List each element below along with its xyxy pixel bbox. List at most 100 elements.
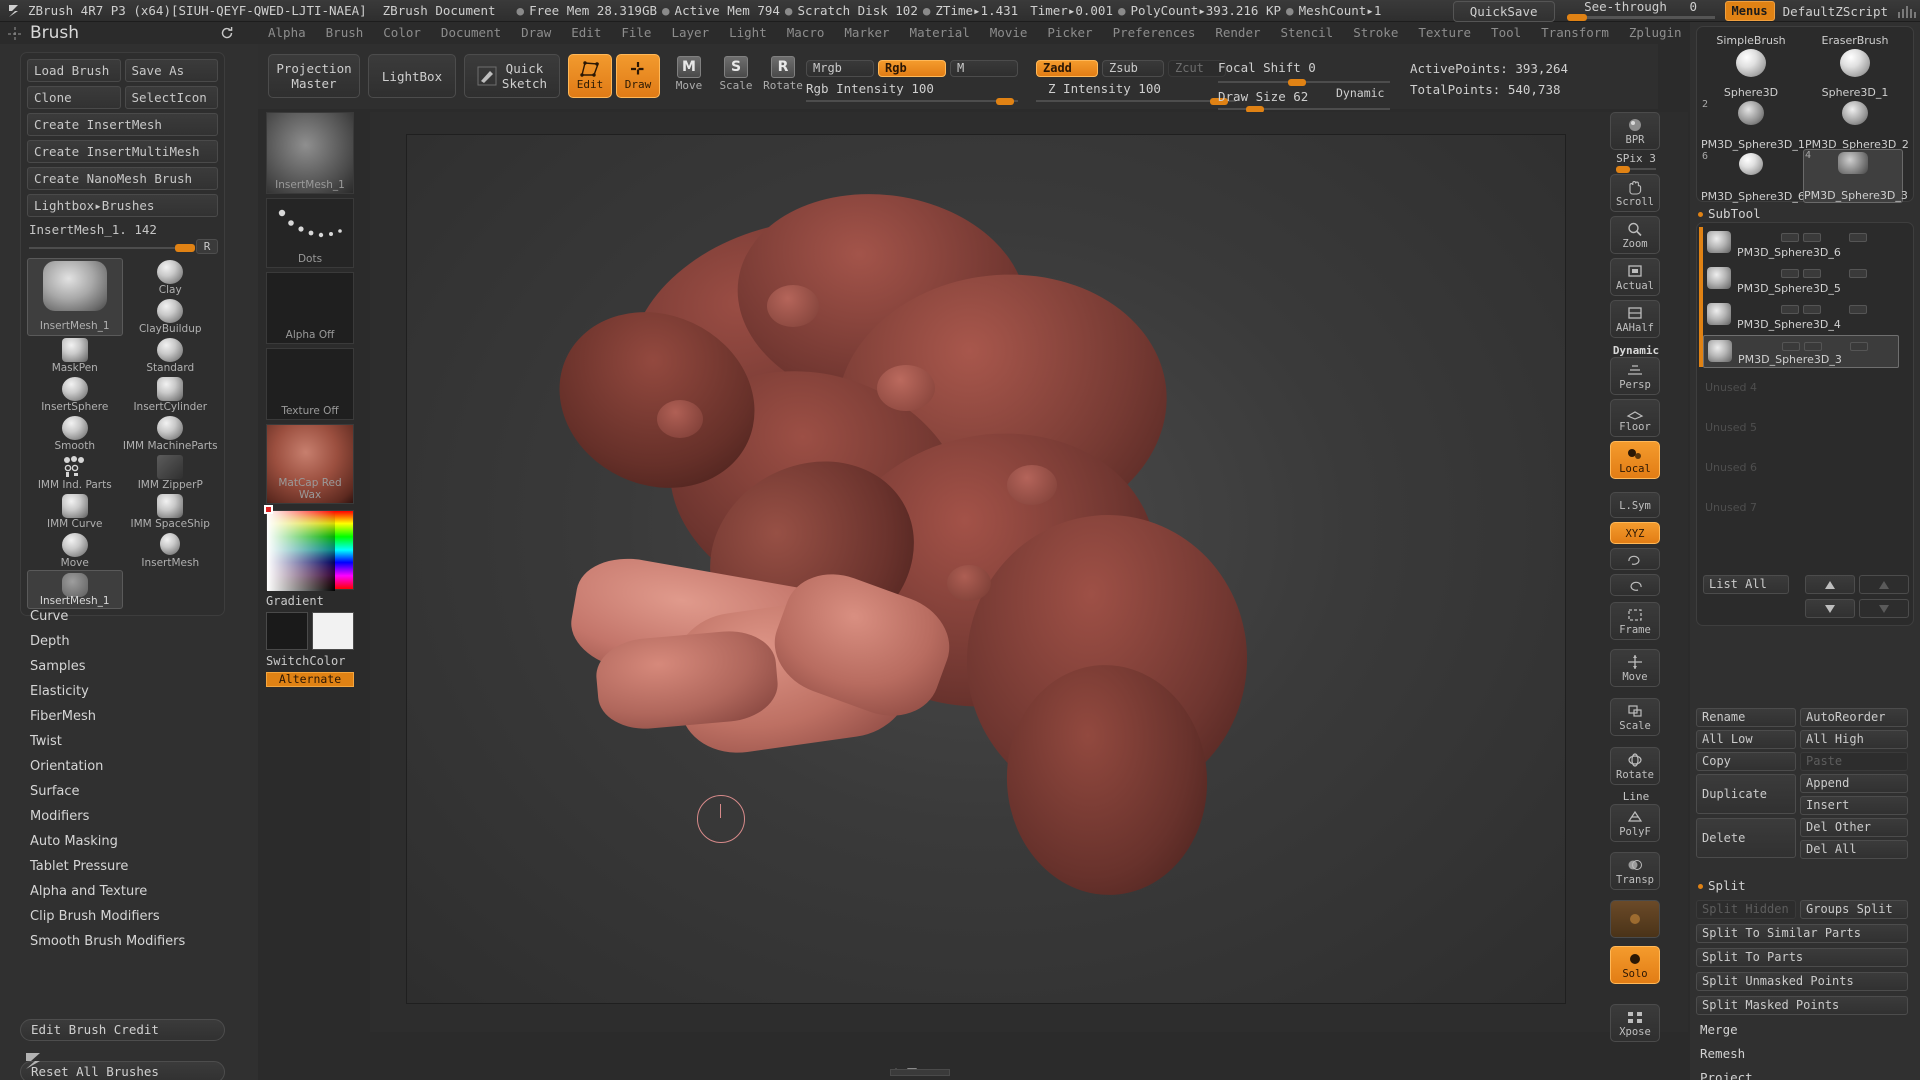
- menu-item-alpha[interactable]: Alpha: [258, 23, 316, 42]
- transparency-button[interactable]: Transp: [1610, 852, 1660, 890]
- menu-item-layer[interactable]: Layer: [661, 23, 719, 42]
- primary-color-swatch[interactable]: [266, 612, 308, 650]
- all-low-button[interactable]: All Low: [1696, 730, 1796, 749]
- append-button[interactable]: Append: [1800, 774, 1908, 793]
- menu-item-edit[interactable]: Edit: [561, 23, 611, 42]
- stroke-preview[interactable]: Dots: [266, 198, 354, 268]
- rgb-intensity-label[interactable]: Rgb Intensity 100: [806, 81, 934, 96]
- brush-item-insertmesh[interactable]: InsertMesh: [123, 531, 219, 570]
- menu-item-texture[interactable]: Texture: [1408, 23, 1481, 42]
- split-section-title[interactable]: Split: [1698, 878, 1746, 893]
- 3d-viewport[interactable]: [406, 134, 1566, 1004]
- canvas-scroll-controls[interactable]: [890, 1068, 950, 1076]
- brush-item-move[interactable]: Move: [27, 531, 123, 570]
- del-all-button[interactable]: Del All: [1800, 840, 1908, 859]
- submenu-alpha-and-texture[interactable]: Alpha and Texture: [20, 879, 235, 904]
- menu-item-stencil[interactable]: Stencil: [1271, 23, 1344, 42]
- insertmesh-slider[interactable]: R: [27, 238, 218, 254]
- reload-icon[interactable]: [220, 26, 234, 40]
- subtool-visibility-toggle[interactable]: [1781, 233, 1799, 242]
- menu-item-preferences[interactable]: Preferences: [1103, 23, 1206, 42]
- focal-shift-label[interactable]: Focal Shift 0: [1218, 60, 1316, 75]
- lsym-button[interactable]: L.Sym: [1610, 492, 1660, 518]
- menu-item-color[interactable]: Color: [373, 23, 431, 42]
- tool-eraserbrush[interactable]: EraserBrush: [1805, 29, 1905, 47]
- brush-item-imm-spaceship[interactable]: IMM SpaceShip: [123, 492, 219, 531]
- merge-section-title[interactable]: Merge: [1700, 1022, 1738, 1037]
- submenu-clip-brush-modifiers[interactable]: Clip Brush Modifiers: [20, 904, 235, 929]
- move-gizmo-button[interactable]: Move: [1610, 649, 1660, 687]
- project-section-title[interactable]: Project: [1700, 1070, 1753, 1080]
- brush-submenu-list[interactable]: Curve Depth Samples Elasticity FiberMesh…: [20, 604, 235, 954]
- rotate-handle-button-2[interactable]: [1610, 574, 1660, 596]
- brush-item-imm-curve[interactable]: IMM Curve: [27, 492, 123, 531]
- lightbox-button[interactable]: LightBox: [368, 54, 456, 98]
- move-handle-icon[interactable]: [8, 27, 22, 41]
- clone-button[interactable]: Clone: [27, 86, 121, 109]
- subtool-visibility-toggle[interactable]: [1781, 305, 1799, 314]
- submenu-modifiers[interactable]: Modifiers: [20, 804, 235, 829]
- focal-shift-knob[interactable]: [1288, 79, 1306, 86]
- bpr-render-button[interactable]: BPR: [1610, 112, 1660, 150]
- brush-item-insertmesh1-large[interactable]: InsertMesh_1: [27, 258, 123, 336]
- move-mode-button[interactable]: M Move: [666, 56, 712, 92]
- zadd-toggle[interactable]: Zadd: [1036, 60, 1098, 77]
- rgb-intensity-knob[interactable]: [996, 98, 1014, 105]
- secondary-color-swatch[interactable]: [312, 612, 354, 650]
- subtool-row-sphere3d-6[interactable]: PM3D_Sphere3D_6: [1703, 227, 1899, 260]
- create-nanomesh-brush-button[interactable]: Create NanoMesh Brush: [27, 167, 218, 190]
- duplicate-button[interactable]: Duplicate: [1696, 774, 1796, 814]
- dynamic-label[interactable]: Dynamic: [1336, 86, 1384, 100]
- gradient-label[interactable]: Gradient: [266, 594, 324, 608]
- create-insertmesh-button[interactable]: Create InsertMesh: [27, 113, 218, 136]
- subtool-polypaint-toggle[interactable]: [1803, 233, 1821, 242]
- menu-bar[interactable]: Alpha Brush Color Document Draw Edit Fil…: [258, 22, 1754, 42]
- subtool-polypaint-toggle[interactable]: [1803, 269, 1821, 278]
- subtool-move-top-button[interactable]: [1859, 575, 1909, 594]
- subtool-eye-toggle[interactable]: [1850, 342, 1868, 351]
- menu-item-tool[interactable]: Tool: [1481, 23, 1531, 42]
- menu-item-document[interactable]: Document: [431, 23, 511, 42]
- reset-all-brushes-button[interactable]: Reset All Brushes: [20, 1061, 225, 1080]
- polyframe-button[interactable]: PolyF: [1610, 804, 1660, 842]
- quicksave-button[interactable]: QuickSave: [1452, 0, 1555, 22]
- insert-button[interactable]: Insert: [1800, 796, 1908, 815]
- switch-color-label[interactable]: SwitchColor: [266, 654, 345, 668]
- m-toggle[interactable]: M: [950, 60, 1018, 77]
- slider-knob[interactable]: [175, 244, 195, 252]
- color-picker-sv[interactable]: [267, 511, 335, 591]
- split-to-parts-button[interactable]: Split To Parts: [1696, 948, 1908, 967]
- subtool-row-sphere3d-4[interactable]: PM3D_Sphere3D_4: [1703, 299, 1899, 332]
- submenu-depth[interactable]: Depth: [20, 629, 235, 654]
- rotate-mode-button[interactable]: R Rotate: [760, 56, 806, 92]
- subtool-row-sphere3d-3[interactable]: PM3D_Sphere3D_3: [1703, 335, 1899, 368]
- brush-item-insertcylinder[interactable]: InsertCylinder: [123, 375, 219, 414]
- auto-reorder-button[interactable]: AutoReorder: [1800, 708, 1908, 727]
- menu-item-movie[interactable]: Movie: [980, 23, 1038, 42]
- local-button[interactable]: Local: [1610, 441, 1660, 479]
- menu-item-macro[interactable]: Macro: [777, 23, 835, 42]
- subtool-eye-toggle[interactable]: [1849, 305, 1867, 314]
- frame-button[interactable]: Frame: [1610, 602, 1660, 640]
- submenu-orientation[interactable]: Orientation: [20, 754, 235, 779]
- brush-thumbnail-grid[interactable]: InsertMesh_1 Clay ClayBuildup MaskPen St…: [27, 258, 218, 609]
- edit-brush-credit-button[interactable]: Edit Brush Credit: [20, 1019, 225, 1041]
- submenu-auto-masking[interactable]: Auto Masking: [20, 829, 235, 854]
- spix-knob[interactable]: [1616, 166, 1630, 173]
- menu-item-material[interactable]: Material: [900, 23, 980, 42]
- solo-button[interactable]: Solo: [1610, 946, 1660, 984]
- split-masked-points-button[interactable]: Split Masked Points: [1696, 996, 1908, 1015]
- texture-preview[interactable]: Texture Off: [266, 348, 354, 420]
- menu-item-file[interactable]: File: [611, 23, 661, 42]
- xyz-button[interactable]: XYZ: [1610, 522, 1660, 544]
- subtool-move-up-button[interactable]: [1805, 575, 1855, 594]
- brush-item-insertsphere[interactable]: InsertSphere: [27, 375, 123, 414]
- tool-sphere3d[interactable]: Sphere3D: [1701, 47, 1801, 99]
- scroll-button[interactable]: Scroll: [1610, 174, 1660, 212]
- xpose-button[interactable]: Xpose: [1610, 1004, 1660, 1042]
- spix-label[interactable]: SPix 3: [1608, 152, 1664, 165]
- color-picker-hue[interactable]: [264, 505, 354, 591]
- brush-item-clay[interactable]: Clay: [123, 258, 219, 297]
- submenu-samples[interactable]: Samples: [20, 654, 235, 679]
- see-through-knob[interactable]: [1566, 14, 1587, 21]
